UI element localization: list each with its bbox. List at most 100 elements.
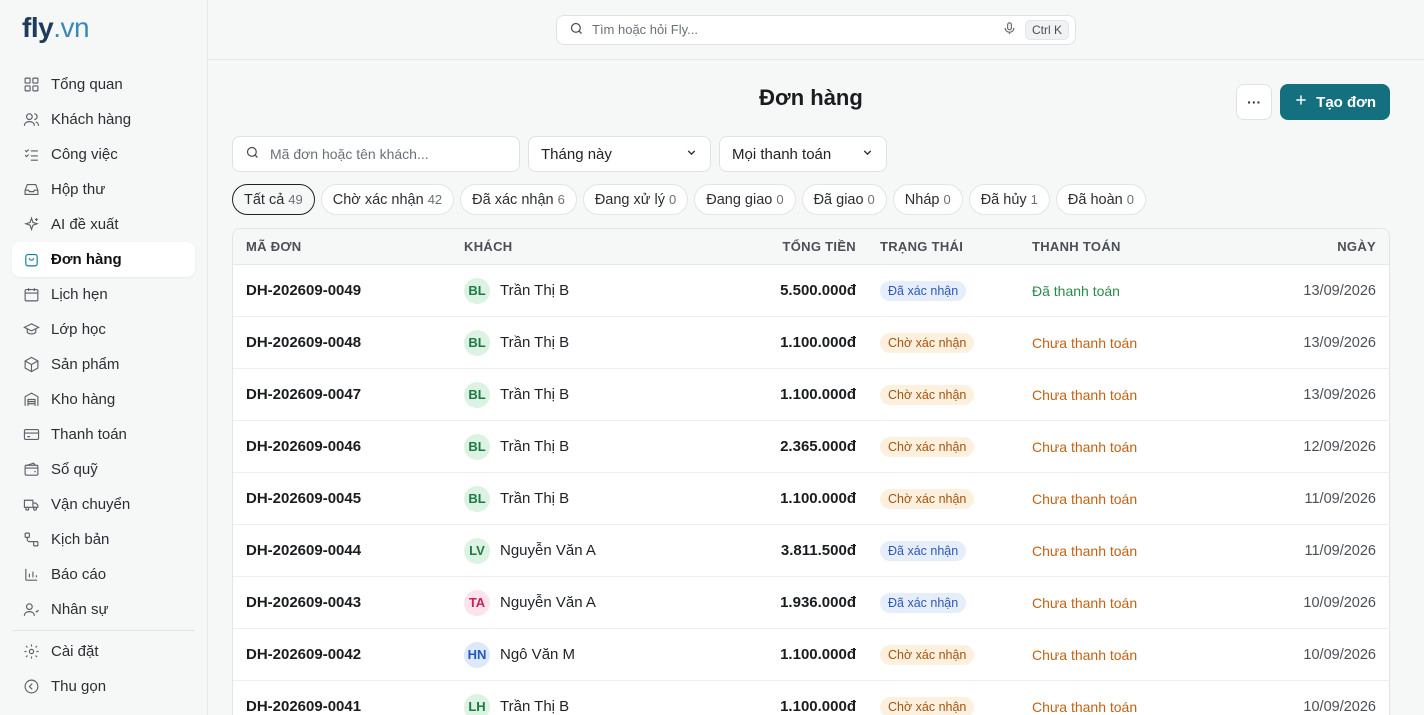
tab-count: 42: [427, 192, 443, 207]
table-row[interactable]: DH-202609-0043 TA Nguyễn Văn A 1.936.000đ Đã…: [233, 577, 1389, 629]
workflow-icon: [22, 531, 40, 549]
header-payment[interactable]: THANH TOÁN: [1032, 239, 1202, 254]
tab-da-giao[interactable]: Đã giao 0: [801, 184, 887, 215]
payment-status: Chưa thanh toán: [1032, 438, 1138, 455]
customer-name[interactable]: Ngô Văn M: [500, 646, 575, 663]
order-id[interactable]: DH-202609-0049: [233, 282, 464, 299]
customer-name[interactable]: Trần Thị B: [500, 282, 569, 299]
customer-name[interactable]: Trần Thị B: [500, 438, 569, 455]
customer-name[interactable]: Trần Thị B: [500, 698, 569, 715]
table-header: MÃ ĐƠN KHÁCH TỔNG TIỀN TRẠNG THÁI THANH …: [233, 229, 1389, 265]
sidebar-item-san-pham[interactable]: Sản phẩm: [12, 347, 195, 382]
avatar: LH: [464, 693, 490, 715]
header-date[interactable]: NGÀY: [1202, 239, 1389, 254]
status-cell: Chờ xác nhận: [856, 436, 1032, 457]
sidebar-item-lop-hoc[interactable]: Lớp học: [12, 312, 195, 347]
tab-count: 49: [288, 192, 303, 207]
logo[interactable]: fly.vn: [0, 0, 207, 60]
status-badge: Chờ xác nhận: [880, 436, 975, 457]
table-row[interactable]: DH-202609-0045 BL Trần Thị B 1.100.000đ Chờ …: [233, 473, 1389, 525]
order-id[interactable]: DH-202609-0044: [233, 542, 464, 559]
sidebar-item-label: Khách hàng: [51, 111, 132, 128]
status-cell: Đã xác nhận: [856, 540, 1032, 561]
sidebar-item-kho-hang[interactable]: Kho hàng: [12, 382, 195, 417]
tab-dang-giao[interactable]: Đang giao 0: [694, 184, 796, 215]
order-total: 1.936.000đ: [780, 594, 856, 611]
sidebar-item-label: Sổ quỹ: [51, 461, 98, 478]
sidebar-item-hop-thu[interactable]: Hộp thư: [12, 172, 195, 207]
header-status[interactable]: TRẠNG THÁI: [856, 239, 1032, 254]
customer-cell: BL Trần Thị B: [464, 329, 674, 356]
tab-da-huy[interactable]: Đã hủy 1: [968, 184, 1050, 215]
table-row[interactable]: DH-202609-0049 BL Trần Thị B 5.500.000đ Đã x…: [233, 265, 1389, 317]
tab-nhap[interactable]: Nháp 0: [892, 184, 963, 215]
sidebar-item-don-hang[interactable]: Đơn hàng: [12, 242, 195, 277]
sidebar-item-tong-quan[interactable]: Tổng quan: [12, 67, 195, 102]
shopping-bag-icon: [22, 251, 40, 269]
table-row[interactable]: DH-202609-0048 BL Trần Thị B 1.100.000đ Chờ …: [233, 317, 1389, 369]
create-order-button[interactable]: Tạo đơn: [1280, 84, 1390, 120]
order-id[interactable]: DH-202609-0046: [233, 438, 464, 455]
sidebar-item-ai-de-xuat[interactable]: AI đề xuất: [12, 207, 195, 242]
tab-da-xac-nhan[interactable]: Đã xác nhận 6: [460, 184, 577, 215]
order-id[interactable]: DH-202609-0048: [233, 334, 464, 351]
tab-count: 1: [1030, 192, 1038, 207]
header-id[interactable]: MÃ ĐƠN: [233, 239, 464, 254]
sidebar-item-cong-viec[interactable]: Công việc: [12, 137, 195, 172]
payment-status: Chưa thanh toán: [1032, 698, 1138, 715]
customer-name[interactable]: Nguyễn Văn A: [500, 594, 596, 611]
order-id[interactable]: DH-202609-0047: [233, 386, 464, 403]
customer-name[interactable]: Trần Thị B: [500, 386, 569, 403]
table-row[interactable]: DH-202609-0046 BL Trần Thị B 2.365.000đ Chờ …: [233, 421, 1389, 473]
customer-cell: BL Trần Thị B: [464, 485, 674, 512]
order-search-input[interactable]: [270, 146, 519, 162]
order-id[interactable]: DH-202609-0045: [233, 490, 464, 507]
table-row[interactable]: DH-202609-0047 BL Trần Thị B 1.100.000đ Chờ …: [233, 369, 1389, 421]
order-id[interactable]: DH-202609-0042: [233, 646, 464, 663]
sidebar-item-nhan-su[interactable]: Nhân sự: [12, 592, 195, 627]
tab-label: Đã giao: [813, 191, 864, 208]
customer-name[interactable]: Nguyễn Văn A: [500, 542, 596, 559]
sidebar-item-kich-ban[interactable]: Kịch bản: [12, 522, 195, 557]
order-search[interactable]: [232, 136, 520, 172]
global-search[interactable]: Ctrl K: [556, 14, 1076, 45]
payment-cell: Chưa thanh toán: [1032, 491, 1202, 507]
payment-select[interactable]: Mọi thanh toán: [719, 136, 887, 172]
sidebar-item-label: Hộp thư: [51, 181, 106, 198]
customer-name[interactable]: Trần Thị B: [500, 334, 569, 351]
sidebar-item-lich-hen[interactable]: Lịch hẹn: [12, 277, 195, 312]
table-row[interactable]: DH-202609-0041 LH Trần Thị B 1.100.000đ Chờ …: [233, 681, 1389, 715]
sidebar-divider: [12, 630, 195, 631]
microphone-icon[interactable]: [1002, 21, 1017, 39]
tab-cho-xac-nhan[interactable]: Chờ xác nhận 42: [320, 184, 455, 215]
sidebar-item-label: Thu gọn: [51, 678, 107, 695]
sidebar-item-bao-cao[interactable]: Báo cáo: [12, 557, 195, 592]
customer-name[interactable]: Trần Thị B: [500, 490, 569, 507]
sidebar-item-van-chuyen[interactable]: Vận chuyển: [12, 487, 195, 522]
table-row[interactable]: DH-202609-0044 LV Nguyễn Văn A 3.811.500đ Đã…: [233, 525, 1389, 577]
tab-label: Nháp: [904, 191, 940, 208]
sidebar-item-cai-dat[interactable]: Cài đặt: [12, 634, 195, 669]
sidebar-item-thu-gon[interactable]: Thu gọn: [12, 669, 195, 704]
period-select-value: Tháng này: [541, 145, 612, 163]
status-badge: Đã xác nhận: [880, 592, 967, 613]
header-total[interactable]: TỔNG TIỀN: [674, 239, 856, 254]
header-customer[interactable]: KHÁCH: [464, 239, 674, 254]
tab-da-hoan[interactable]: Đã hoàn 0: [1055, 184, 1146, 215]
more-options-button[interactable]: ···: [1236, 84, 1273, 120]
tab-count: 0: [867, 192, 875, 207]
tab-label: Đã hủy: [980, 191, 1027, 208]
search-icon: [569, 21, 584, 39]
sidebar-item-khach-hang[interactable]: Khách hàng: [12, 102, 195, 137]
sidebar-item-so-quy[interactable]: Sổ quỹ: [12, 452, 195, 487]
global-search-input[interactable]: [592, 22, 1002, 37]
table-row[interactable]: DH-202609-0042 HN Ngô Văn M 1.100.000đ Chờ x…: [233, 629, 1389, 681]
sidebar-item-thanh-toan[interactable]: Thanh toán: [12, 417, 195, 452]
order-total: 1.100.000đ: [780, 490, 856, 507]
tab-dang-xu-ly[interactable]: Đang xử lý 0: [582, 184, 689, 215]
period-select[interactable]: Tháng này: [528, 136, 711, 172]
customer-cell: BL Trần Thị B: [464, 277, 674, 304]
order-id[interactable]: DH-202609-0043: [233, 594, 464, 611]
tab-tat-ca[interactable]: Tất cả 49: [232, 184, 315, 215]
order-id[interactable]: DH-202609-0041: [233, 698, 464, 715]
